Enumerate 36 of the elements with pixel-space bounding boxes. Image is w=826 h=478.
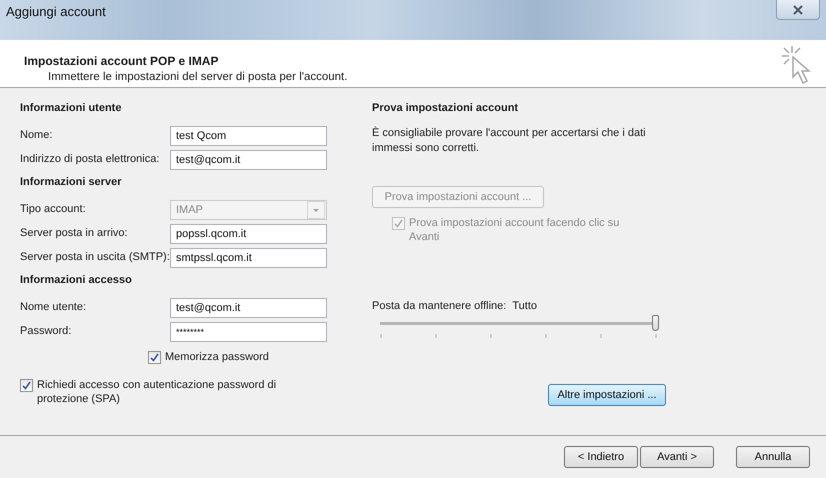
offline-value: Tutto <box>512 300 538 312</box>
section-heading: Informazioni utente <box>20 102 122 116</box>
input-field[interactable]: test Qcom <box>170 126 327 146</box>
field-label: Indirizzo di posta elettronica: <box>20 152 160 167</box>
input-field[interactable]: smtpssl.qcom.it <box>170 248 327 268</box>
checkbox-label: Prova impostazioni account facendo clic su Avanti <box>409 216 620 244</box>
password-field[interactable]: ******** <box>170 322 327 342</box>
section-heading: Informazioni accesso <box>20 274 133 288</box>
slider-thumb[interactable] <box>652 315 659 331</box>
page-subtitle: Immettere le impostazioni del server di posta per l'account. <box>48 71 348 83</box>
field-label: Server posta in uscita (SMTP): <box>20 250 170 265</box>
caret-icon <box>307 201 325 219</box>
field-label: Password: <box>20 324 72 339</box>
more-settings-button[interactable]: Altre impostazioni ... <box>548 384 666 406</box>
section-heading: Informazioni server <box>20 176 122 190</box>
field-label: Nome: <box>20 128 54 143</box>
window-title: Aggiungi account <box>5 3 106 19</box>
checkbox-label: Richiedi accesso con autenticazione password di protezione (SPA) <box>37 378 278 406</box>
checkbox[interactable] <box>148 351 161 364</box>
input-field[interactable]: test@qcom.it <box>170 298 327 318</box>
field-label: Tipo account: <box>20 202 87 217</box>
offline-label: Posta da mantenere offline: <box>372 300 506 312</box>
nav-button[interactable]: Avanti > <box>640 446 714 468</box>
description-text: È consigliabile provare l'account per accertarsi che i dati immessi sono corretti. <box>372 126 647 156</box>
cancel-button[interactable]: Annulla <box>736 446 810 468</box>
field-label: Nome utente: <box>20 300 88 315</box>
checkbox-label: Memorizza password <box>165 350 269 364</box>
nav-button[interactable]: < Indietro <box>564 446 638 468</box>
page-title: Impostazioni account POP e IMAP <box>24 54 220 68</box>
field-label: Server posta in arrivo: <box>20 226 129 241</box>
checkbox[interactable] <box>20 379 33 392</box>
close-button[interactable] <box>776 0 820 20</box>
input-field[interactable]: popssl.qcom.it <box>170 224 327 244</box>
close-icon <box>792 4 804 14</box>
input-field[interactable]: test@qcom.it <box>170 150 327 170</box>
section-heading: Prova impostazioni account <box>372 102 520 116</box>
